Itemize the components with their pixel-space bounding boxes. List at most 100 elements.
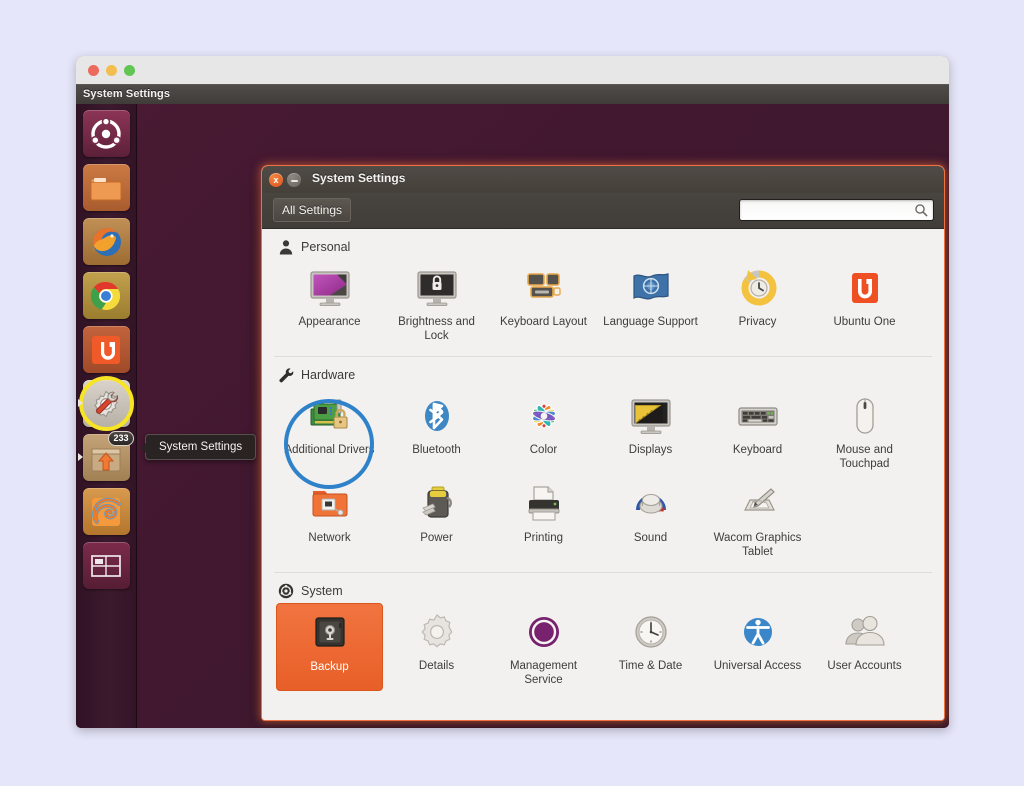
users-icon bbox=[841, 608, 889, 656]
tile-label: Mouse and Touchpad bbox=[817, 444, 913, 471]
launcher-item-ubuntu-dash[interactable] bbox=[83, 110, 130, 157]
settings-tile-ubuntu-one[interactable]: Ubuntu One bbox=[811, 259, 918, 347]
launcher-item-software-updater[interactable]: 233 bbox=[83, 434, 130, 481]
bluetooth-icon bbox=[413, 392, 461, 440]
ubuntu-logo-icon bbox=[88, 116, 124, 152]
color-wheel-icon bbox=[520, 392, 568, 440]
keyboard-layout-icon bbox=[520, 264, 568, 312]
launcher-item-firefox[interactable] bbox=[83, 218, 130, 265]
launcher-item-workspace-switcher[interactable] bbox=[83, 542, 130, 589]
ubuntu-one-icon bbox=[841, 264, 889, 312]
settings-tile-printing[interactable]: Printing bbox=[490, 475, 597, 563]
tile-label: Universal Access bbox=[714, 660, 802, 674]
settings-tile-mouse-and-touchpad[interactable]: Mouse and Touchpad bbox=[811, 387, 918, 475]
all-settings-button[interactable]: All Settings bbox=[273, 198, 351, 222]
settings-tile-time-and-date[interactable]: Time & Date bbox=[597, 603, 704, 691]
tile-label: Wacom Graphics Tablet bbox=[710, 532, 806, 559]
settings-tile-sound[interactable]: Sound bbox=[597, 475, 704, 563]
launcher-item-chrome[interactable] bbox=[83, 272, 130, 319]
monitor-wallpaper-icon bbox=[306, 264, 354, 312]
tile-label: Ubuntu One bbox=[833, 316, 895, 330]
tile-label: Brightness and Lock bbox=[389, 316, 485, 343]
tile-label: User Accounts bbox=[827, 660, 901, 674]
volume-knob-icon bbox=[627, 480, 675, 528]
running-indicator-icon bbox=[78, 399, 83, 407]
settings-tile-language-support[interactable]: Language Support bbox=[597, 259, 704, 347]
gear-icon bbox=[413, 608, 461, 656]
network-folder-icon bbox=[306, 480, 354, 528]
chrome-icon bbox=[88, 278, 124, 314]
landscape-circle-icon bbox=[520, 608, 568, 656]
settings-tile-additional-drivers[interactable]: Additional Drivers bbox=[276, 387, 383, 475]
settings-tile-privacy[interactable]: Privacy bbox=[704, 259, 811, 347]
unity-top-panel: System Settings bbox=[76, 84, 949, 104]
circuit-board-lock-icon bbox=[306, 392, 354, 440]
section-header-personal: Personal bbox=[274, 229, 932, 259]
maximize-icon[interactable] bbox=[124, 65, 135, 76]
accessibility-icon bbox=[734, 608, 782, 656]
tile-label: Sound bbox=[634, 532, 667, 546]
settings-content: Personal bbox=[262, 229, 944, 720]
settings-tile-network[interactable]: Network bbox=[276, 475, 383, 563]
settings-tile-keyboard[interactable]: Keyboard bbox=[704, 387, 811, 475]
settings-tile-details[interactable]: Details bbox=[383, 603, 490, 691]
keyboard-icon bbox=[734, 392, 782, 440]
close-icon[interactable] bbox=[88, 65, 99, 76]
settings-titlebar: x System Settings bbox=[262, 166, 944, 193]
window-close-button[interactable]: x bbox=[269, 173, 283, 187]
search-box[interactable] bbox=[739, 199, 934, 221]
person-icon bbox=[278, 239, 294, 255]
settings-tile-bluetooth[interactable]: Bluetooth bbox=[383, 387, 490, 475]
settings-tile-appearance[interactable]: Appearance bbox=[276, 259, 383, 347]
settings-tile-displays[interactable]: Displays bbox=[597, 387, 704, 475]
safe-icon bbox=[306, 609, 354, 657]
window-minimize-button[interactable] bbox=[287, 173, 301, 187]
settings-tile-keyboard-layout[interactable]: Keyboard Layout bbox=[490, 259, 597, 347]
wrench-icon bbox=[278, 367, 294, 383]
settings-tile-user-accounts[interactable]: User Accounts bbox=[811, 603, 918, 691]
tiles-personal: Appearance bbox=[274, 259, 932, 356]
unity-panel-title: System Settings bbox=[83, 88, 170, 100]
swirl-icon bbox=[88, 494, 124, 530]
tile-label: Network bbox=[308, 532, 350, 546]
tile-label: Printing bbox=[524, 532, 563, 546]
settings-tile-universal-access[interactable]: Universal Access bbox=[704, 603, 811, 691]
launcher-item-files[interactable] bbox=[83, 164, 130, 211]
settings-tile-brightness-and-lock[interactable]: Brightness and Lock bbox=[383, 259, 490, 347]
settings-tile-management-service[interactable]: Management Service bbox=[490, 603, 597, 691]
settings-tile-backup[interactable]: Backup bbox=[276, 603, 383, 691]
launcher-tooltip: System Settings bbox=[145, 434, 256, 460]
section-personal: Personal bbox=[274, 229, 932, 356]
tile-label: Keyboard bbox=[733, 444, 782, 458]
section-header-hardware: Hardware bbox=[274, 357, 932, 387]
tile-label: Displays bbox=[629, 444, 672, 458]
unity-launcher[interactable]: 233 bbox=[76, 104, 137, 728]
section-hardware: Hardware bbox=[274, 356, 932, 572]
launcher-item-ubuntu-software[interactable] bbox=[83, 326, 130, 373]
language-flag-icon bbox=[627, 264, 675, 312]
firefox-icon bbox=[88, 224, 124, 260]
tile-label: Backup bbox=[310, 661, 348, 675]
settings-tile-color[interactable]: Color bbox=[490, 387, 597, 475]
tile-label: Bluetooth bbox=[412, 444, 461, 458]
desktop-wallpaper: 233 bbox=[76, 104, 949, 728]
tile-label: Time & Date bbox=[619, 660, 682, 674]
minimize-icon[interactable] bbox=[106, 65, 117, 76]
updates-count-badge: 233 bbox=[108, 431, 133, 446]
tile-label: Color bbox=[530, 444, 557, 458]
section-header-system: System bbox=[274, 573, 932, 603]
minimize-icon bbox=[291, 180, 298, 182]
launcher-item-system-settings[interactable] bbox=[83, 380, 130, 427]
battery-plug-icon bbox=[413, 480, 461, 528]
tile-label: Power bbox=[420, 532, 453, 546]
mouse-icon bbox=[841, 392, 889, 440]
search-input[interactable] bbox=[745, 200, 910, 220]
launcher-highlight-ring bbox=[79, 376, 134, 431]
workspace-grid-icon bbox=[88, 548, 124, 584]
launcher-item-amazon[interactable] bbox=[83, 488, 130, 535]
tile-label: Additional Drivers bbox=[284, 444, 374, 458]
settings-tile-power[interactable]: Power bbox=[383, 475, 490, 563]
display-ruler-icon bbox=[627, 392, 675, 440]
settings-tile-wacom-graphics-tablet[interactable]: Wacom Graphics Tablet bbox=[704, 475, 811, 563]
tile-label: Language Support bbox=[603, 316, 698, 330]
